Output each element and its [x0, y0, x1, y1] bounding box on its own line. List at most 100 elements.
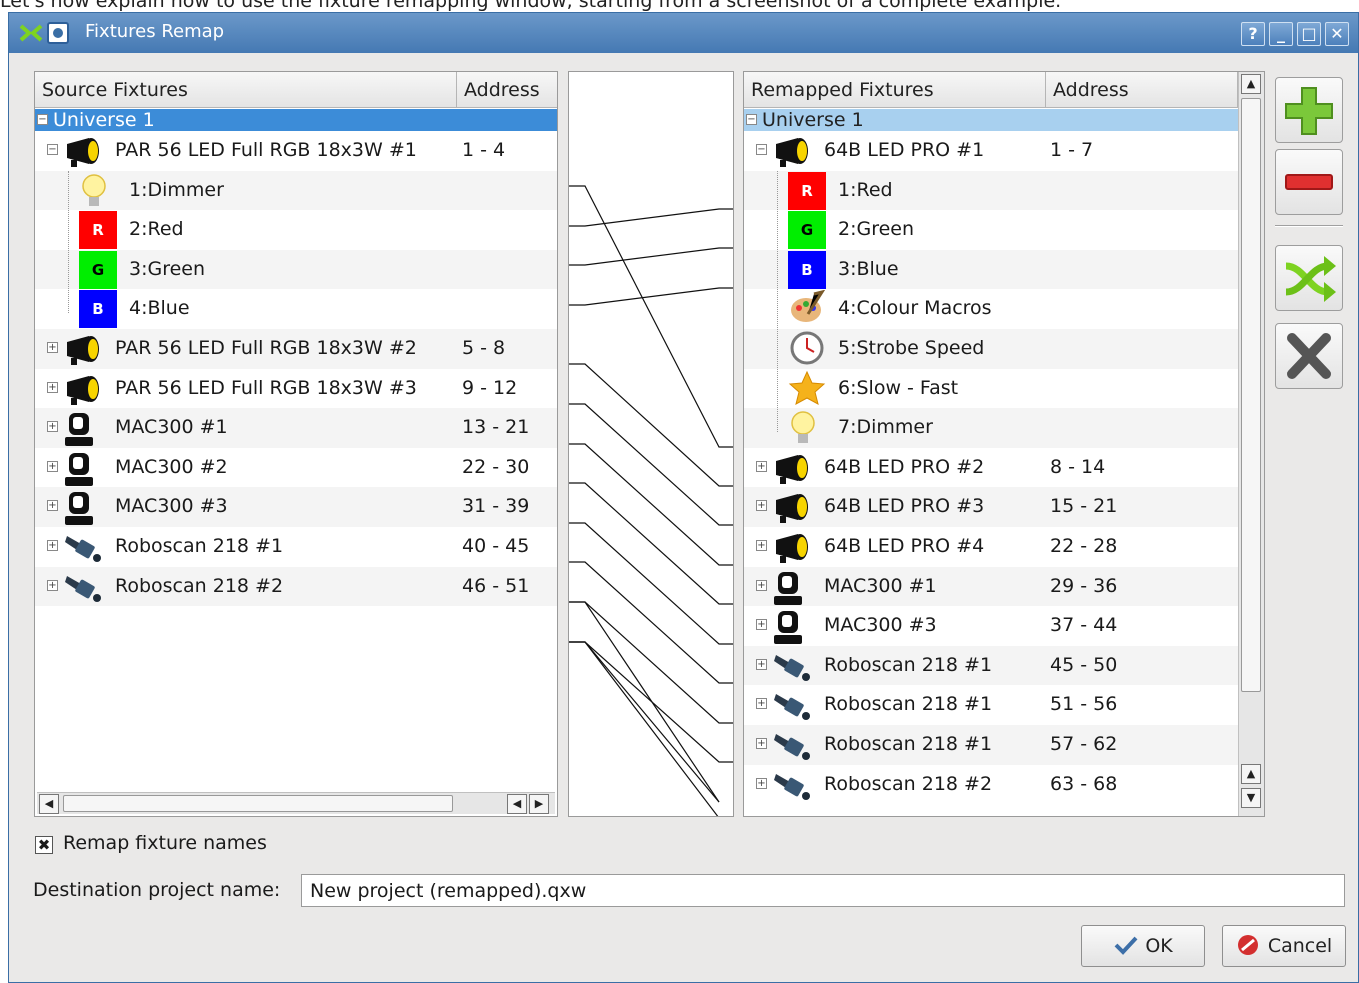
source-channel-row[interactable]: B 4:Blue [35, 289, 557, 329]
expand-icon[interactable]: + [756, 460, 767, 472]
remap-connection-line [569, 443, 733, 566]
source-fixture-address: 31 - 39 [462, 495, 530, 518]
expand-icon[interactable]: + [47, 342, 58, 353]
source-fixture-row[interactable]: + PAR 56 LED Full RGB 18x3W #2 5 - 8 [35, 329, 557, 369]
target-fixture-row[interactable]: + MAC300 #1 29 - 36 [744, 566, 1238, 607]
expand-icon[interactable]: + [47, 579, 58, 591]
source-fixture-row[interactable]: + MAC300 #1 13 - 21 [35, 408, 557, 448]
target-address-header[interactable]: Address [1046, 72, 1238, 108]
target-fixture-name: 64B LED PRO #1 [824, 139, 985, 161]
ok-button[interactable]: OK [1081, 925, 1205, 967]
target-channel-row[interactable]: 5:Strobe Speed [744, 329, 1238, 369]
target-universe-row[interactable]: − Universe 1 [744, 109, 1238, 131]
expand-icon[interactable]: + [756, 698, 767, 710]
expand-icon[interactable]: + [47, 421, 58, 433]
help-button[interactable]: ? [1241, 22, 1265, 46]
delete-remap-button[interactable] [1275, 323, 1343, 389]
expand-icon[interactable]: + [47, 460, 58, 472]
target-channel-name: 7:Dimmer [838, 416, 933, 439]
app-icon [47, 22, 69, 44]
source-fixture-row[interactable]: + PAR 56 LED Full RGB 18x3W #3 9 - 12 [35, 369, 557, 409]
target-fixture-address: 63 - 68 [1050, 772, 1118, 795]
target-fixture-name: 64B LED PRO #3 [824, 495, 985, 518]
target-fixture-row[interactable]: + Roboscan 218 #1 51 - 56 [744, 685, 1238, 725]
scroll-down-button[interactable]: ▼ [1241, 788, 1261, 808]
close-button[interactable]: ✕ [1325, 22, 1349, 46]
qlc-logo-icon [19, 24, 43, 42]
source-fixture-row[interactable]: + Roboscan 218 #1 40 - 45 [35, 527, 557, 567]
target-channel-row[interactable]: 4:Colour Macros [744, 289, 1238, 329]
expand-icon[interactable]: + [47, 500, 58, 512]
source-fixture-row[interactable]: + MAC300 #2 22 - 30 [35, 448, 557, 488]
destination-label: Destination project name: [33, 879, 281, 901]
ok-label: OK [1145, 935, 1173, 957]
source-address-header[interactable]: Address [457, 72, 557, 108]
destination-project-input[interactable] [301, 874, 1345, 907]
maximize-button[interactable]: □ [1297, 22, 1321, 46]
plus-icon [1285, 87, 1333, 135]
remove-fixture-button[interactable] [1275, 149, 1343, 215]
target-fixture-row[interactable]: + MAC300 #3 37 - 44 [744, 606, 1238, 646]
source-fixture-row[interactable]: − PAR 56 LED Full RGB 18x3W #1 1 - 4 [35, 131, 557, 171]
scanner-icon [772, 768, 812, 816]
minus-icon [1285, 174, 1333, 190]
expand-icon[interactable]: + [756, 500, 767, 512]
cancel-button[interactable]: Cancel [1222, 925, 1346, 967]
target-channel-row[interactable]: B 3:Blue [744, 249, 1238, 290]
target-fixture-row[interactable]: − 64B LED PRO #1 1 - 7 [744, 131, 1238, 171]
collapse-icon[interactable]: − [47, 144, 58, 155]
minimize-button[interactable]: _ [1269, 22, 1293, 46]
expand-icon[interactable]: + [756, 738, 767, 749]
collapse-icon[interactable]: − [746, 114, 757, 125]
target-fixture-row[interactable]: +64B LED PRO #4 22 - 28 [744, 527, 1238, 567]
scroll-up-button[interactable]: ▲ [1241, 74, 1261, 94]
window-title: Fixtures Remap [85, 21, 225, 42]
expand-icon[interactable]: + [756, 619, 767, 631]
add-fixture-button[interactable] [1275, 77, 1343, 143]
source-scroll-thumb[interactable] [63, 795, 453, 812]
target-fixture-name: Roboscan 218 #1 [824, 693, 993, 716]
source-universe-row[interactable]: − Universe 1 [35, 109, 557, 131]
target-fixture-address: 29 - 36 [1050, 574, 1118, 597]
scroll-up-button-2[interactable]: ▲ [1241, 764, 1261, 784]
source-fixture-row[interactable]: + Roboscan 218 #2 46 - 51 [35, 566, 557, 607]
target-channel-row[interactable]: G 2:Green [744, 210, 1238, 250]
target-channel-row[interactable]: 6:Slow - Fast [744, 369, 1238, 409]
expand-icon[interactable]: + [47, 540, 58, 551]
scroll-left-button[interactable]: ◀ [39, 794, 59, 814]
remap-names-checkbox[interactable]: ✖ [35, 836, 53, 854]
expand-icon[interactable]: + [756, 579, 767, 591]
source-name-header[interactable]: Source Fixtures [35, 72, 457, 108]
target-fixture-row[interactable]: +64B LED PRO #2 8 - 14 [744, 448, 1238, 488]
scroll-right-button[interactable]: ▶ [529, 794, 549, 814]
checkmark-icon [1114, 936, 1138, 955]
expand-icon[interactable]: + [47, 381, 58, 393]
target-fixture-name: 64B LED PRO #2 [824, 455, 985, 478]
clone-remap-button[interactable] [1275, 245, 1343, 311]
target-channel-row[interactable]: 7:Dimmer [744, 408, 1238, 448]
collapse-icon[interactable]: − [37, 114, 48, 125]
source-horizontal-scrollbar[interactable]: ◀ ◀ ▶ [37, 792, 555, 814]
target-fixture-row[interactable]: +64B LED PRO #3 15 - 21 [744, 487, 1238, 527]
page-caption: Let's now explain how to use the fixture… [0, 0, 1062, 11]
target-fixture-row[interactable]: + Roboscan 218 #1 57 - 62 [744, 725, 1238, 765]
target-fixture-name: MAC300 #1 [824, 574, 937, 597]
source-channel-row[interactable]: R 2:Red [35, 210, 557, 250]
expand-icon[interactable]: + [756, 777, 767, 789]
collapse-icon[interactable]: − [756, 144, 767, 155]
expand-icon[interactable]: + [756, 540, 767, 551]
scroll-left-button-2[interactable]: ◀ [507, 794, 527, 814]
remap-connection-line [569, 482, 733, 605]
remapped-fixtures-tree[interactable]: Remapped Fixtures Address − Universe 1 −… [743, 71, 1265, 817]
source-channel-row[interactable]: 1:Dimmer [35, 170, 557, 211]
target-name-header[interactable]: Remapped Fixtures [744, 72, 1046, 108]
target-fixture-row[interactable]: + Roboscan 218 #2 63 - 68 [744, 765, 1238, 805]
expand-icon[interactable]: + [756, 658, 767, 670]
target-vertical-scrollbar[interactable]: ▲ ▲ ▼ [1238, 72, 1264, 816]
source-channel-row[interactable]: G 3:Green [35, 249, 557, 290]
source-fixture-row[interactable]: + MAC300 #3 31 - 39 [35, 487, 557, 527]
source-fixtures-tree[interactable]: Source Fixtures Address − Universe 1 − PA… [34, 71, 558, 817]
target-scroll-thumb[interactable] [1241, 98, 1261, 692]
target-channel-row[interactable]: R 1:Red [744, 170, 1238, 211]
target-fixture-row[interactable]: + Roboscan 218 #1 45 - 50 [744, 645, 1238, 686]
